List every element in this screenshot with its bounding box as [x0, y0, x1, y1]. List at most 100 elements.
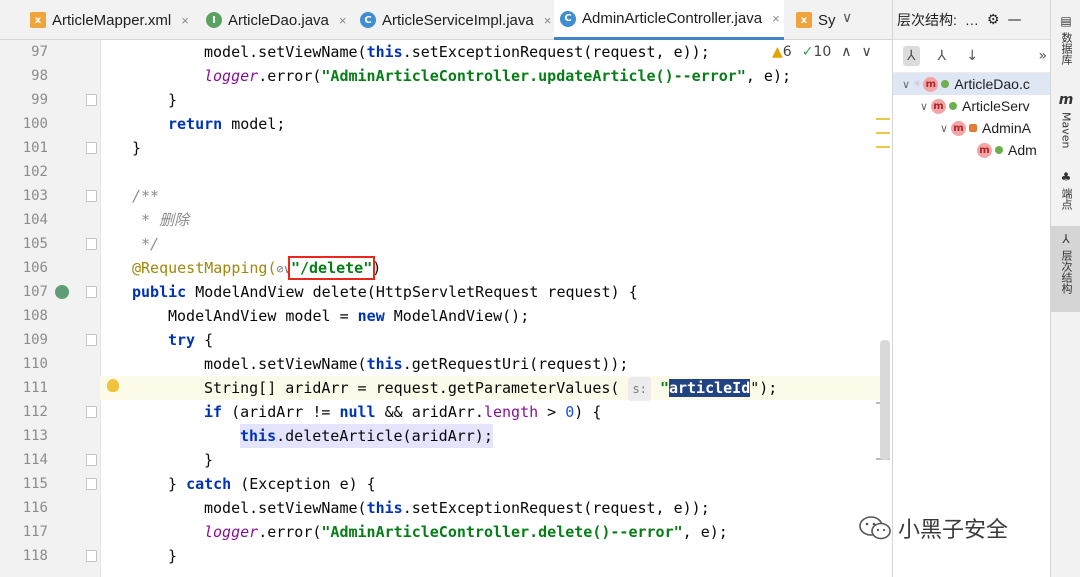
code-line: 112 if (aridArr != null && aridArr.lengt…: [0, 400, 892, 424]
line-number: 115: [22, 476, 48, 492]
delete-mapping-path: "/delete": [287, 256, 376, 280]
hierarchy-panel: 层次结构: … ⚙ — ⅄ ⅄ ↓ » ∨ ✳ m ArticleDao.c ∨…: [892, 0, 1051, 577]
endpoints-icon: ♣: [1060, 170, 1072, 184]
chevron-down-icon[interactable]: ∨: [937, 122, 951, 135]
editor-tab-bar: x ArticleMapper.xml × I ArticleDao.java …: [0, 0, 892, 40]
fold-marker-icon[interactable]: [86, 142, 97, 154]
tab-admin-article-controller-java[interactable]: C AdminArticleController.java ×: [554, 0, 784, 40]
tree-item[interactable]: ∨ ✳ m ArticleDao.c: [893, 73, 1051, 95]
tool-window-endpoints[interactable]: ♣ 端点: [1051, 170, 1080, 210]
supertypes-hierarchy-icon[interactable]: ⅄: [903, 46, 920, 66]
tabs-dropdown-icon[interactable]: ∨: [842, 10, 852, 26]
code-line: 110 model.setViewName(this.getRequestUri…: [0, 352, 892, 376]
tree-item-label: ArticleDao.c: [954, 76, 1030, 92]
tab-article-dao-java[interactable]: I ArticleDao.java ×: [200, 0, 354, 40]
database-icon: ▤: [1060, 14, 1072, 28]
maven-icon: m: [1058, 92, 1074, 108]
tab-article-mapper-xml[interactable]: x ArticleMapper.xml ×: [24, 0, 200, 40]
fold-marker-icon[interactable]: [86, 454, 97, 466]
tool-window-maven[interactable]: m Maven: [1051, 92, 1080, 148]
code-line: 116 model.setViewName(this.setExceptionR…: [0, 496, 892, 520]
xml-file-icon: x: [30, 12, 46, 28]
line-number: 98: [31, 68, 48, 84]
fold-marker-icon[interactable]: [86, 190, 97, 202]
code-line: 99 }: [0, 88, 892, 112]
close-icon[interactable]: ×: [772, 11, 780, 26]
fold-marker-icon[interactable]: [86, 550, 97, 562]
close-icon[interactable]: ×: [544, 13, 552, 28]
fold-marker-icon[interactable]: [86, 238, 97, 250]
tool-window-database[interactable]: ▤ 数据库: [1051, 14, 1080, 65]
tree-item-label: ArticleServ: [962, 98, 1030, 114]
tree-item[interactable]: m Adm: [893, 139, 1051, 161]
code-line: 117 logger.error("AdminArticleController…: [0, 520, 892, 544]
code-line: 111 String[] aridArr = request.getParame…: [0, 376, 892, 401]
selected-text[interactable]: articleId: [668, 379, 751, 397]
public-visibility-icon: [995, 146, 1003, 154]
tree-item-label: AdminA: [982, 120, 1032, 136]
subtypes-hierarchy-icon[interactable]: ⅄: [934, 46, 951, 66]
tool-window-hierarchy[interactable]: ⅄ 层次结构: [1051, 226, 1080, 312]
watermark: 小黑子安全: [858, 512, 1008, 544]
line-number: 111: [22, 380, 48, 396]
watermark-text: 小黑子安全: [898, 518, 1009, 543]
line-number: 102: [22, 164, 48, 180]
method-icon: m: [923, 76, 939, 92]
fold-marker-icon[interactable]: [86, 286, 97, 298]
method-icon: m: [977, 142, 992, 158]
tree-item[interactable]: ∨ m ArticleServ: [893, 95, 1051, 117]
code-line: 115 } catch (Exception e) {: [0, 472, 892, 496]
line-number: 101: [22, 140, 48, 156]
tab-label: AdminArticleController.java: [582, 10, 763, 27]
fold-marker-icon[interactable]: [86, 94, 97, 106]
error-stripe-mark[interactable]: [876, 146, 890, 148]
hierarchy-icon: ⅄: [1062, 232, 1070, 246]
code-line: 97 model.setViewName(this.setExceptionRe…: [0, 40, 892, 64]
chevron-down-icon[interactable]: ∨: [917, 100, 931, 113]
code-line: 98 logger.error("AdminArticleController.…: [0, 64, 892, 88]
vertical-scrollbar[interactable]: [880, 340, 890, 460]
tab-label: ArticleServiceImpl.java: [382, 11, 534, 29]
minimize-icon[interactable]: —: [1007, 12, 1021, 28]
tree-item[interactable]: ∨ m AdminA: [893, 117, 1051, 139]
close-icon[interactable]: ×: [339, 13, 347, 28]
line-number: 106: [22, 260, 48, 276]
code-line: 103 /**: [0, 184, 892, 208]
chevron-right-icon[interactable]: »: [1035, 46, 1052, 66]
lightbulb-icon[interactable]: [107, 379, 119, 392]
tab-label: Sy: [818, 11, 836, 29]
fold-marker-icon[interactable]: [86, 406, 97, 418]
endpoint-gutter-icon[interactable]: [55, 285, 69, 299]
error-stripe-mark[interactable]: [876, 132, 890, 134]
line-number: 112: [22, 404, 48, 420]
code-line: 102: [0, 160, 892, 184]
gear-icon[interactable]: ⚙: [987, 12, 1000, 28]
line-number: 97: [31, 44, 48, 60]
line-number: 99: [31, 92, 48, 108]
line-number: 107: [22, 284, 48, 300]
tab-label: ArticleMapper.xml: [52, 11, 172, 29]
code-line: 104 * 删除: [0, 208, 892, 232]
panel-title: 层次结构:: [897, 11, 957, 28]
line-number: 109: [22, 332, 48, 348]
interface-icon: I: [206, 12, 222, 28]
code-line: 101 }: [0, 136, 892, 160]
fold-marker-icon[interactable]: [86, 334, 97, 346]
panel-header: 层次结构: … ⚙ —: [893, 0, 1051, 40]
code-line: 107 public ModelAndView delete(HttpServl…: [0, 280, 892, 304]
line-number: 110: [22, 356, 48, 372]
tab-article-service-impl-java[interactable]: C ArticleServiceImpl.java ×: [354, 0, 554, 40]
tab-sy[interactable]: x Sy: [790, 0, 838, 40]
more-options-icon[interactable]: …: [965, 12, 979, 28]
line-number: 100: [22, 116, 48, 132]
fold-marker-icon[interactable]: [86, 478, 97, 490]
public-visibility-icon: [949, 102, 957, 110]
error-stripe-mark[interactable]: [876, 118, 890, 120]
line-number: 103: [22, 188, 48, 204]
code-editor[interactable]: ▲6 ✓10 ∧ ∨ 97 model.setViewName(this.set…: [0, 40, 892, 577]
close-icon[interactable]: ×: [181, 13, 189, 28]
method-icon: m: [951, 120, 966, 136]
chevron-down-icon[interactable]: ∨: [899, 78, 913, 91]
web-endpoint-icon[interactable]: ⊘∨: [277, 262, 291, 276]
sort-icon[interactable]: ↓: [964, 46, 981, 66]
